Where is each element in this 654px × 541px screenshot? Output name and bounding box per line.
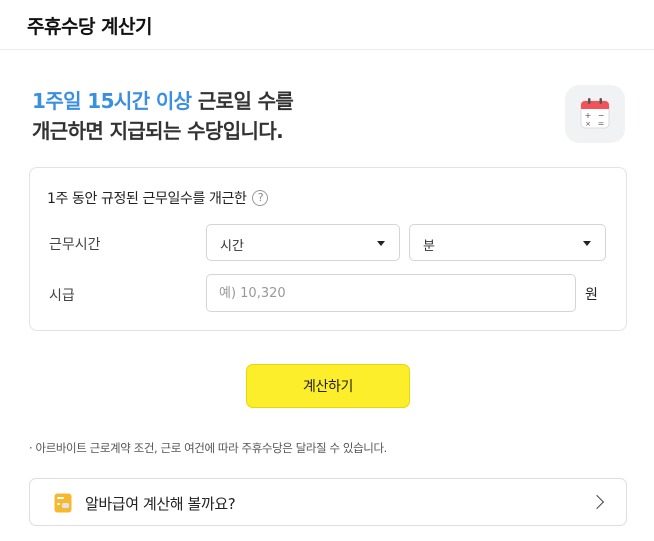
form-caption-text: 1주 동안 규정된 근무일수를 개근한 (47, 191, 247, 207)
payroll-calculator-link[interactable]: 알바급여 계산해 볼까요? (29, 478, 627, 526)
form-caption: 1주 동안 규정된 근무일수를 개근한 ? (47, 188, 269, 208)
intro-text: 1주일 15시간 이상 근로일 수를 개근하면 지급되는 수당입니다. (32, 86, 294, 146)
work-time-label: 근무시간 (49, 237, 101, 253)
intro-line-2: 개근하면 지급되는 수당입니다. (32, 119, 284, 143)
intro-line-1-rest: 근로일 수를 (191, 89, 294, 113)
caret-down-icon (583, 241, 591, 246)
app-header: 주휴수당 계산기 (0, 0, 654, 50)
calculate-button[interactable]: 계산하기 (246, 364, 410, 408)
wage-unit: 원 (585, 287, 598, 303)
chevron-right-icon (589, 494, 605, 510)
hour-select-value: 시간 (220, 239, 244, 254)
minute-select-value: 분 (423, 239, 435, 254)
notice-text: · 아르바이트 근로계약 조건, 근로 여건에 따라 주휴수당은 달라질 수 있… (29, 441, 387, 455)
svg-text:×: × (585, 120, 591, 128)
question-circle-icon[interactable]: ? (252, 190, 269, 206)
payroll-calculator-link-label: 알바급여 계산해 볼까요? (85, 495, 236, 513)
page-title: 주휴수당 계산기 (27, 16, 152, 38)
wallet-icon (54, 493, 72, 517)
svg-text:=: = (598, 119, 605, 128)
caret-down-icon (377, 241, 385, 246)
hour-select[interactable]: 시간 (206, 224, 400, 261)
hourly-wage-label: 시급 (49, 288, 75, 304)
svg-text:+: + (585, 111, 592, 120)
hourly-wage-input[interactable] (206, 274, 576, 312)
intro-highlight: 1주일 15시간 이상 (32, 89, 192, 113)
form-card: 1주 동안 규정된 근무일수를 개근한 ? 근무시간 시간 분 시급 원 (29, 167, 627, 331)
intro-line-1: 1주일 15시간 이상 근로일 수를 (32, 86, 294, 116)
calendar-calculator-icon: + − × = (565, 85, 625, 143)
minute-select[interactable]: 분 (409, 224, 606, 261)
